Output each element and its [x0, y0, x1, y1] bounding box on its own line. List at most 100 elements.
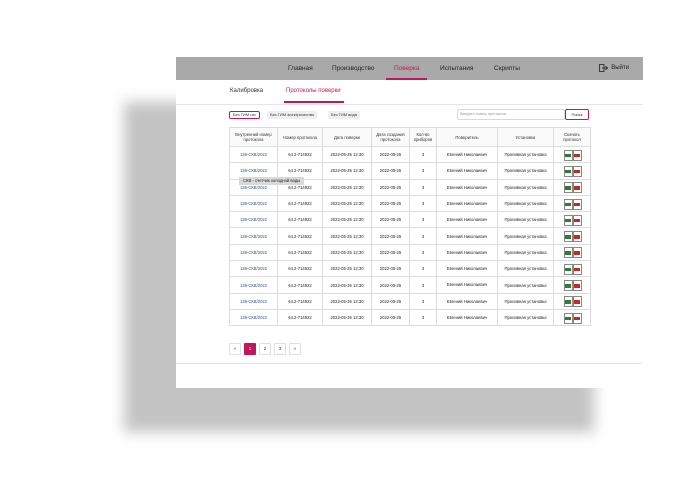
cell-verification-date: 2022-05-25 12:30: [322, 162, 372, 180]
nav-item-scripts[interactable]: Скрипты: [494, 65, 520, 72]
tab-calibration[interactable]: Калибровка: [230, 88, 263, 94]
cell-creation-date: 2022-05-25: [371, 211, 410, 229]
excel-download-icon[interactable]: [563, 296, 573, 308]
table-row: 138-СКВ/2022 64.2-714922 2022-05-25 12:30 2…: [229, 194, 591, 213]
pdf-download-icon[interactable]: [572, 280, 582, 292]
cell-device-count: 3: [409, 145, 437, 164]
abbreviation-tooltip: СКВ - счетчик холодной воды: [239, 177, 305, 185]
cell-installation: Проливная установка: [497, 194, 554, 213]
cell-internal-number[interactable]: 138-СКВ/2022: [229, 276, 278, 294]
cell-internal-number[interactable]: 138-СКВ/2022: [229, 211, 278, 229]
nav-item-tests[interactable]: Испытания: [440, 65, 473, 72]
nav-item-verification[interactable]: Поверка: [394, 65, 420, 72]
pagination: « 1 2 3 »: [229, 343, 301, 355]
cell-creation-date: 2022-05-25: [371, 178, 410, 196]
cell-internal-number[interactable]: 138-СКВ/2022: [229, 243, 278, 262]
cell-internal-number[interactable]: 138-СКВ/2022: [229, 194, 278, 213]
cell-verifier: Евгений Николаевич: [436, 194, 498, 213]
cell-internal-number[interactable]: 138-СКВ/2022: [229, 308, 278, 327]
cell-verifier: Евгений Николаевич: [436, 292, 498, 310]
cell-download: [553, 211, 591, 229]
cell-creation-date: 2022-05-25: [371, 308, 410, 327]
cell-internal-number[interactable]: 138-СКВ/2022: [229, 292, 278, 310]
cell-download: [553, 276, 591, 294]
pdf-download-icon[interactable]: [572, 149, 582, 161]
cell-verification-date: 2022-05-25 12:30: [322, 243, 372, 262]
cell-internal-number[interactable]: 138-СКВ/2022: [229, 260, 278, 278]
cell-device-count: 3: [409, 178, 437, 196]
cell-verification-date: 2022-05-25 12:30: [322, 227, 372, 245]
excel-download-icon[interactable]: [563, 149, 573, 161]
table-row: 138-СКВ/2022 64.2-714922 2022-05-25 12:30 2…: [229, 211, 591, 229]
pdf-download-icon[interactable]: [572, 312, 582, 324]
logout-button[interactable]: Выйти: [599, 64, 629, 72]
header-protocol-number: Номер протокола: [277, 127, 323, 147]
cell-protocol-number: 64.2-714922: [277, 276, 323, 294]
search-input[interactable]: Введите номер протокола: [457, 109, 565, 120]
cell-download: [553, 243, 591, 262]
cell-device-count: 3: [409, 211, 437, 229]
cell-protocol-number: 64.2-714922: [277, 292, 323, 310]
filter-water-button[interactable]: Без ГИМ вода: [328, 111, 360, 119]
cell-device-count: 3: [409, 276, 437, 294]
page-prev-button[interactable]: «: [229, 343, 241, 355]
excel-download-icon[interactable]: [563, 165, 573, 177]
cell-protocol-number: 64.2-714922: [277, 145, 323, 164]
cell-installation: Проливная установка: [497, 227, 554, 245]
cell-download: [553, 178, 591, 196]
excel-download-icon[interactable]: [563, 247, 573, 259]
pdf-download-icon[interactable]: [572, 214, 582, 226]
subtab-active-indicator: [284, 101, 344, 103]
pdf-download-icon[interactable]: [572, 263, 582, 275]
excel-download-icon[interactable]: [563, 214, 573, 226]
header-creation-date: Дата создания протокола: [371, 127, 410, 147]
table-row: 138-СКВ/2022 64.2-714922 2022-05-25 12:30 2…: [229, 308, 591, 327]
page-button-2[interactable]: 2: [259, 343, 271, 355]
cell-download: [553, 260, 591, 278]
page-button-1[interactable]: 1: [244, 343, 256, 355]
excel-download-icon[interactable]: [563, 198, 573, 210]
cell-verification-date: 2022-05-25 12:30: [322, 178, 372, 196]
excel-download-icon[interactable]: [563, 231, 573, 243]
nav-item-production[interactable]: Производство: [332, 65, 374, 72]
top-navbar: Главная Производство Поверка Испытания С…: [176, 57, 643, 80]
table-row: 138-СКВ/2022 64.2-714922 2022-05-25 12:30 2…: [229, 145, 591, 164]
filter-electricity-button[interactable]: Без ГИМ электричество: [267, 111, 318, 119]
cell-verifier: Евгений Николаевич: [436, 211, 498, 229]
cell-installation: Проливная установка: [497, 276, 554, 294]
pdf-download-icon[interactable]: [572, 198, 582, 210]
cell-device-count: 3: [409, 162, 437, 180]
tab-verification-protocols[interactable]: Протоколы поверки: [286, 88, 341, 94]
cell-verification-date: 2022-05-25 12:30: [322, 145, 372, 164]
pdf-download-icon[interactable]: [572, 182, 582, 194]
cell-download: [553, 292, 591, 310]
nav-item-home[interactable]: Главная: [288, 65, 313, 72]
table-row: 138-СКВ/2022 64.2-714922 2022-05-25 12:30 2…: [229, 276, 591, 294]
filter-gas-button[interactable]: Без ГИМ газ: [229, 111, 260, 119]
cell-download: [553, 162, 591, 180]
cell-device-count: 3: [409, 227, 437, 245]
excel-download-icon[interactable]: [563, 280, 573, 292]
pdf-download-icon[interactable]: [572, 296, 582, 308]
cell-verification-date: 2022-05-25 12:30: [322, 308, 372, 327]
cell-internal-number[interactable]: 138-СКВ/2022: [229, 227, 278, 245]
content-divider: [176, 363, 643, 364]
page-button-3[interactable]: 3: [274, 343, 286, 355]
cell-internal-number[interactable]: 138-СКВ/2022: [229, 145, 278, 164]
excel-download-icon[interactable]: [563, 312, 573, 324]
search-button[interactable]: Поиск: [565, 109, 589, 120]
table-row: 138-СКВ/2022 64.2-714922 2022-05-25 12:30 2…: [229, 292, 591, 310]
cell-installation: Проливная установка: [497, 162, 554, 180]
pdf-download-icon[interactable]: [572, 247, 582, 259]
excel-download-icon[interactable]: [563, 263, 573, 275]
app-window: Главная Производство Поверка Испытания С…: [176, 57, 643, 388]
page-next-button[interactable]: »: [289, 343, 301, 355]
cell-verifier: Евгений Николаевич: [436, 145, 498, 164]
pdf-download-icon[interactable]: [572, 231, 582, 243]
cell-installation: Проливная установка: [497, 145, 554, 164]
cell-creation-date: 2022-05-25: [371, 227, 410, 245]
table-row: 138-СКВ/2022 64.2-714922 2022-05-25 12:30 2…: [229, 260, 591, 278]
cell-verifier: Евгений Николаевич: [436, 227, 498, 245]
excel-download-icon[interactable]: [563, 182, 573, 194]
pdf-download-icon[interactable]: [572, 165, 582, 177]
